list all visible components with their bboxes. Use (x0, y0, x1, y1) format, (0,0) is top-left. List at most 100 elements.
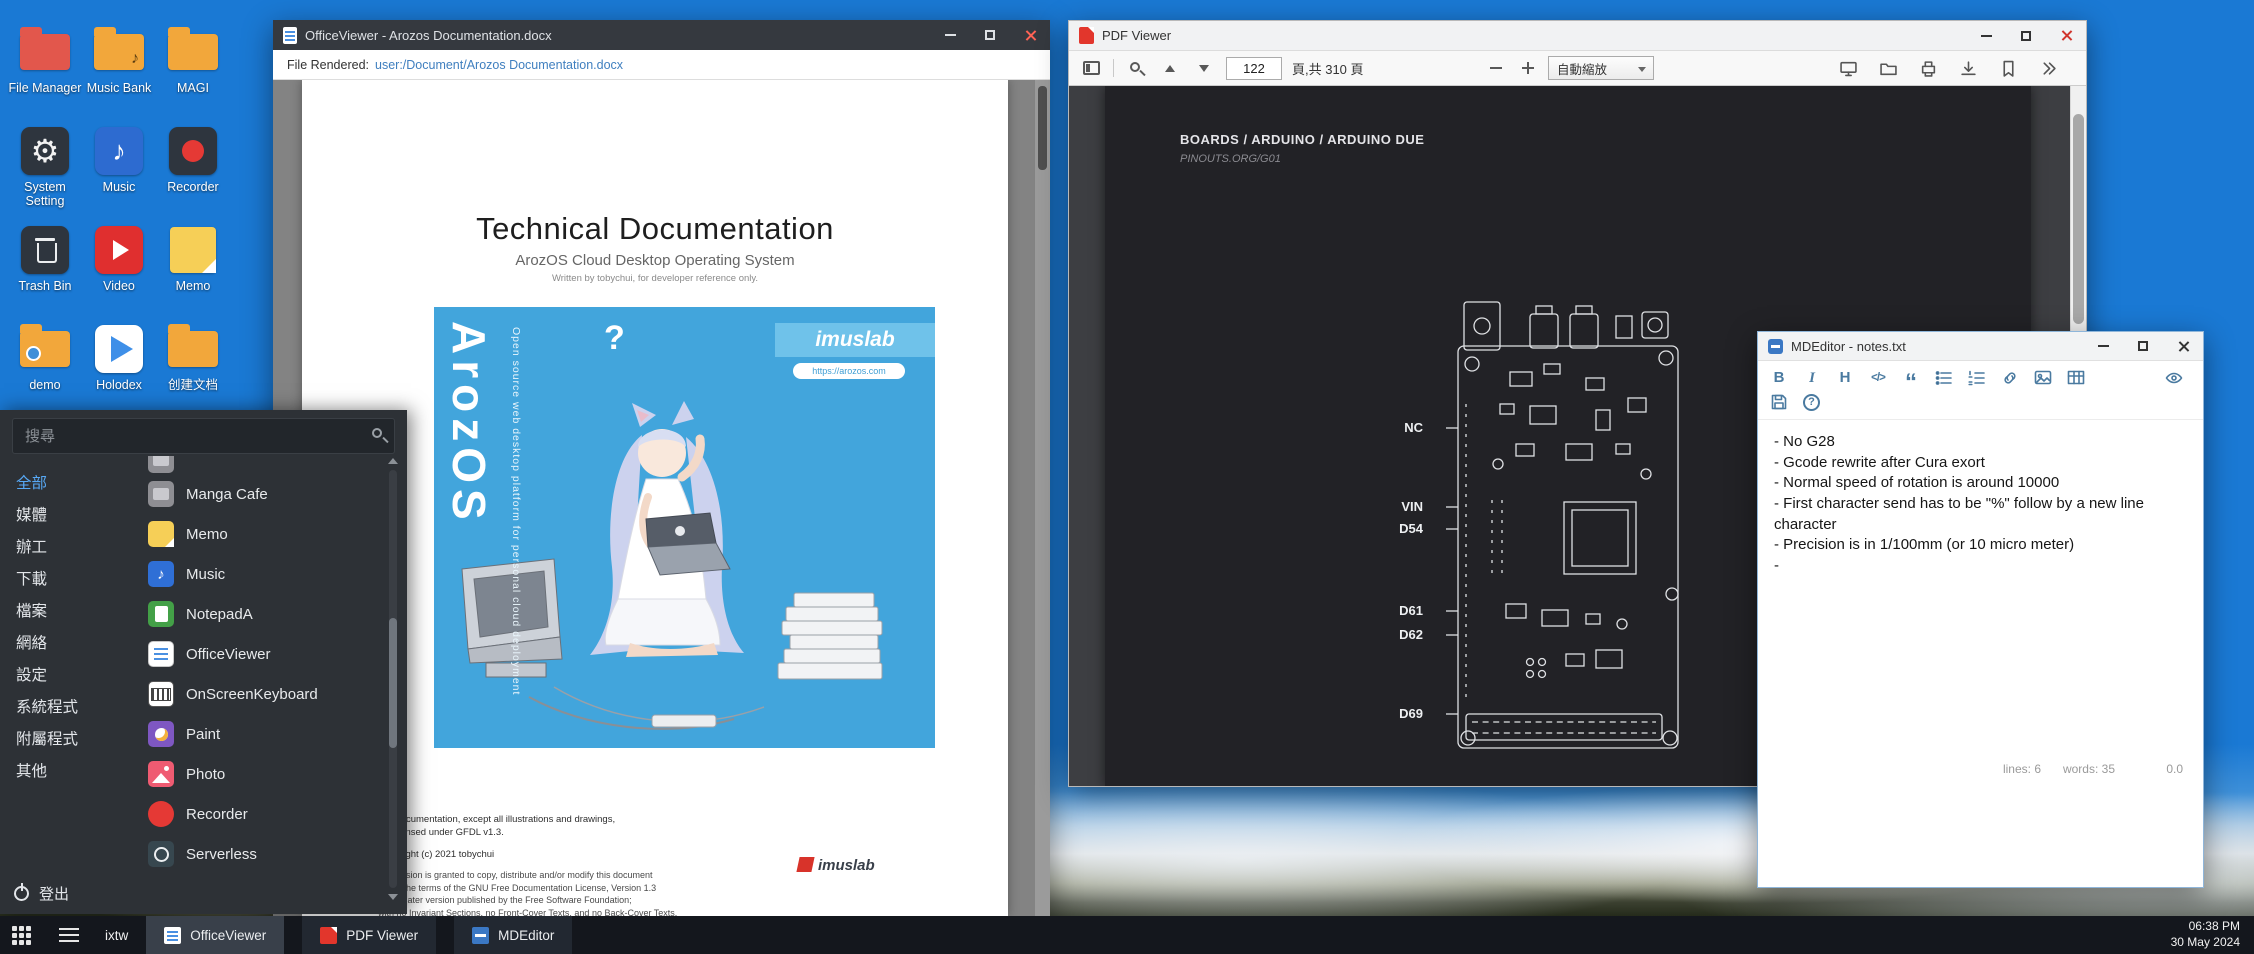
category-settings[interactable]: 設定 (0, 660, 140, 692)
more-tools-button[interactable] (2036, 55, 2060, 81)
help-button[interactable]: ? (1803, 394, 1820, 411)
hamburger-menu-icon[interactable] (59, 934, 79, 936)
bold-button[interactable]: B (1770, 369, 1788, 387)
preview-eye-icon[interactable] (2165, 369, 2183, 387)
close-button[interactable] (2163, 332, 2203, 360)
presentation-mode-button[interactable] (1836, 55, 1860, 81)
heading-button[interactable]: H (1836, 369, 1854, 387)
download-button[interactable] (1956, 55, 1980, 81)
category-other[interactable]: 其他 (0, 756, 140, 788)
taskbar-item-mdeditor[interactable]: MDEditor (454, 916, 572, 954)
find-button[interactable] (1124, 55, 1148, 81)
copyright-line: Copyright (c) 2021 tobychui (378, 848, 677, 861)
app-item-photo[interactable]: Photo (140, 754, 407, 794)
taskbar-item-ixtw[interactable]: ixtw (105, 928, 128, 943)
app-item-memo[interactable]: Memo (140, 514, 407, 554)
app-item-music[interactable]: Music (140, 554, 407, 594)
search-input[interactable] (13, 419, 394, 453)
zoom-out-button[interactable] (1484, 55, 1508, 81)
desktop-icon-magi[interactable]: MAGI (156, 26, 230, 125)
app-item-manga-cafe[interactable]: Manga Cafe (140, 474, 407, 514)
start-menu-search[interactable] (12, 418, 395, 454)
desktop-icon-file-manager[interactable]: File Manager (8, 26, 82, 125)
maximize-icon (2021, 31, 2031, 41)
mdeditor-window: MDEditor - notes.txt B I H </> “ ? - No … (1757, 331, 2204, 888)
open-folder-icon (1880, 60, 1897, 77)
sidebar-toggle-button[interactable] (1079, 55, 1103, 81)
minimize-button[interactable] (2083, 332, 2123, 360)
pdf-viewer-titlebar[interactable]: PDF Viewer (1069, 21, 2086, 51)
category-network[interactable]: 網絡 (0, 628, 140, 660)
next-page-button[interactable] (1192, 55, 1216, 81)
desktop-icon-video[interactable]: Video (82, 224, 156, 323)
app-item-partial[interactable] (140, 456, 407, 474)
category-download[interactable]: 下載 (0, 564, 140, 596)
officeviewer-titlebar[interactable]: OfficeViewer - Arozos Documentation.docx (273, 20, 1050, 50)
document-scrollbar[interactable] (1035, 80, 1050, 916)
category-office[interactable]: 辦工 (0, 532, 140, 564)
app-item-paint[interactable]: Paint (140, 714, 407, 754)
scroll-down-arrow[interactable] (388, 894, 398, 900)
maximize-button[interactable] (970, 20, 1010, 50)
desktop-icon-folder[interactable]: 创建文档 (156, 323, 230, 422)
app-item-onscreenkeyboard[interactable]: OnScreenKeyboard (140, 674, 407, 714)
previous-page-button[interactable] (1158, 55, 1182, 81)
app-item-recorder[interactable]: Recorder (140, 794, 407, 834)
page-number-input[interactable] (1226, 57, 1282, 80)
bookmark-button[interactable] (1996, 55, 2020, 81)
table-icon[interactable] (2067, 369, 2085, 387)
category-system[interactable]: 系統程式 (0, 692, 140, 724)
logout-button[interactable]: 登出 (14, 883, 69, 904)
desktop-icon-memo[interactable]: Memo (156, 224, 230, 323)
category-files[interactable]: 檔案 (0, 596, 140, 628)
close-button[interactable] (1010, 20, 1050, 50)
desktop-icon-holodex[interactable]: Holodex (82, 323, 156, 422)
link-icon[interactable] (2001, 369, 2019, 387)
app-item-notepada[interactable]: NotepadA (140, 594, 407, 634)
app-item-officeviewer[interactable]: OfficeViewer (140, 634, 407, 674)
save-icon[interactable] (1770, 393, 1788, 411)
category-accessories[interactable]: 附屬程式 (0, 724, 140, 756)
numbered-list-icon[interactable] (1968, 369, 1986, 387)
maximize-button[interactable] (2123, 332, 2163, 360)
scroll-up-arrow[interactable] (388, 458, 398, 464)
open-file-button[interactable] (1876, 55, 1900, 81)
scrollbar-thumb[interactable] (389, 618, 397, 748)
desktop-icon-system-setting[interactable]: System Setting (8, 125, 82, 224)
maximize-button[interactable] (2006, 21, 2046, 50)
minimize-button[interactable] (1966, 21, 2006, 50)
app-label: Memo (186, 526, 228, 543)
file-path-link[interactable]: user:/Document/Arozos Documentation.docx (375, 58, 623, 72)
desktop-icon-recorder[interactable]: Recorder (156, 125, 230, 224)
minimize-button[interactable] (930, 20, 970, 50)
markdown-editor-textarea[interactable]: - No G28 - Gcode rewrite after Cura exor… (1758, 420, 2203, 758)
taskbar-item-pdf-viewer[interactable]: PDF Viewer (302, 916, 436, 954)
app-list-scrollbar[interactable] (387, 458, 399, 900)
italic-button[interactable]: I (1803, 369, 1821, 387)
zoom-scale-select[interactable]: 自動縮放 (1548, 56, 1654, 80)
close-button[interactable] (2046, 21, 2086, 50)
desktop-icon-music[interactable]: Music (82, 125, 156, 224)
cover-illustration: ArozOS Open source web desktop platform … (434, 307, 935, 748)
mdeditor-titlebar[interactable]: MDEditor - notes.txt (1758, 332, 2203, 361)
code-button[interactable]: </> (1869, 369, 1887, 387)
bookmark-icon (2000, 60, 2017, 77)
desktop-icon-music-bank[interactable]: Music Bank (82, 26, 156, 125)
scrollbar-thumb[interactable] (1038, 86, 1047, 170)
zoom-in-button[interactable] (1516, 55, 1540, 81)
arozos-vertical-caption: Open source web desktop platform for per… (510, 327, 522, 695)
scrollbar-thumb[interactable] (2073, 114, 2084, 324)
print-button[interactable] (1916, 55, 1940, 81)
license-line: be licensed under GFDL v1.3. (378, 826, 677, 839)
demo-folder-icon (19, 323, 71, 375)
taskbar-item-officeviewer[interactable]: OfficeViewer (146, 916, 284, 954)
blockquote-button[interactable]: “ (1902, 379, 1920, 387)
app-launcher-grid-icon[interactable] (12, 926, 31, 945)
image-icon[interactable] (2034, 369, 2052, 387)
category-media[interactable]: 媒體 (0, 500, 140, 532)
desktop-icon-trash-bin[interactable]: Trash Bin (8, 224, 82, 323)
desktop-icon-demo[interactable]: demo (8, 323, 82, 422)
category-all[interactable]: 全部 (0, 468, 140, 500)
app-item-serverless[interactable]: Serverless (140, 834, 407, 870)
bullet-list-icon[interactable] (1935, 369, 1953, 387)
